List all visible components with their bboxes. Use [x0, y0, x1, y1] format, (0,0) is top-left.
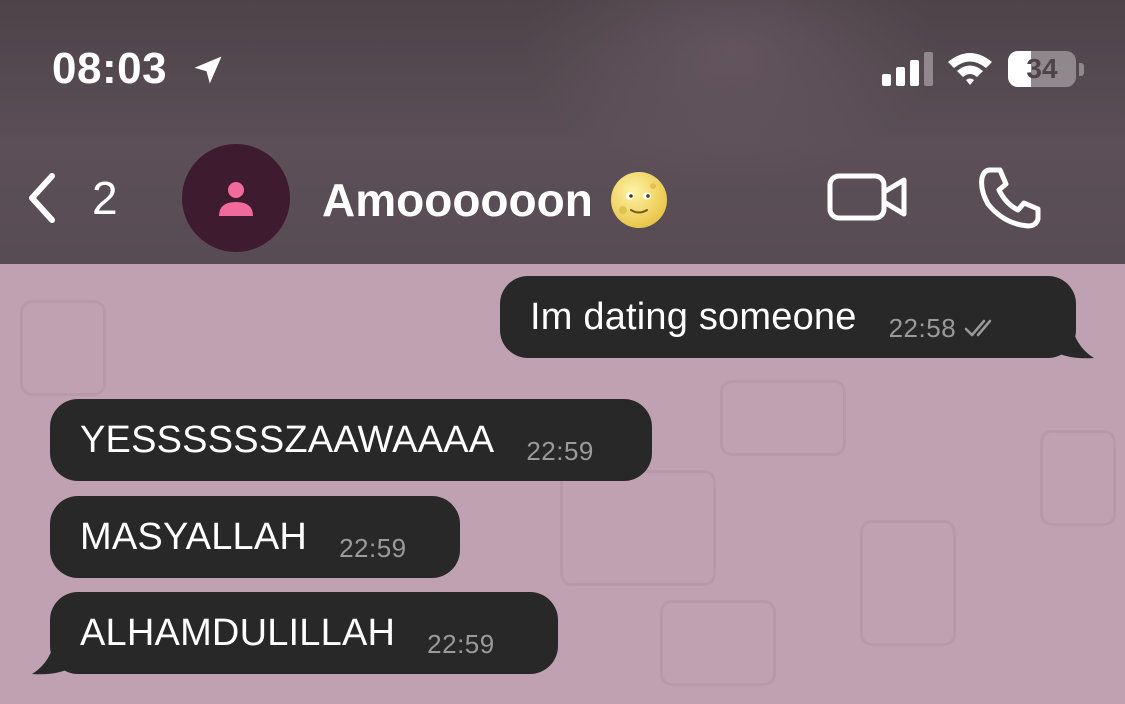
- message-bubble-incoming[interactable]: ALHAMDULILLAH 22:59: [50, 592, 558, 674]
- chat-screen: 08:03 34 2 Amoooooon Im dating someone 2…: [0, 0, 1125, 704]
- double-check-icon: [964, 319, 992, 337]
- wallpaper-doodle: [660, 600, 776, 686]
- video-call-button[interactable]: [826, 164, 910, 230]
- signal-icon: [882, 52, 933, 86]
- message-text: ALHAMDULILLAH: [80, 611, 396, 654]
- message-text: YESSSSSSZAAWAAAA: [80, 418, 495, 461]
- chat-header: 08:03 34 2 Amoooooon: [0, 0, 1125, 264]
- battery-cap: [1079, 63, 1084, 76]
- message-bubble-outgoing[interactable]: Im dating someone 22:58: [500, 276, 1076, 358]
- wallpaper-doodle: [1040, 430, 1116, 526]
- location-arrow-icon: [194, 56, 222, 84]
- message-text: Im dating someone: [530, 295, 857, 338]
- wallpaper-doodle: [720, 380, 846, 456]
- phone-call-button[interactable]: [976, 164, 1044, 230]
- person-icon: [219, 182, 253, 216]
- message-time: 22:59: [339, 532, 407, 563]
- wallpaper-doodle: [20, 300, 106, 396]
- wallpaper-doodle: [860, 520, 956, 646]
- contact-name-text: Amoooooon: [322, 174, 593, 226]
- back-button[interactable]: 2: [22, 160, 118, 236]
- bubble-tail-incoming: [32, 634, 76, 675]
- battery-icon: 34: [1008, 51, 1076, 87]
- wifi-icon: [948, 53, 992, 85]
- message-bubble-incoming[interactable]: YESSSSSSZAAWAAAA 22:59: [50, 399, 652, 481]
- unread-count: 2: [92, 172, 118, 224]
- battery-level: 34: [1026, 53, 1058, 84]
- full-moon-face-emoji: [610, 172, 667, 228]
- contact-name[interactable]: Amoooooon: [322, 170, 669, 230]
- message-bubble-incoming[interactable]: MASYALLAH 22:59: [50, 496, 460, 578]
- chevron-left-icon: [29, 173, 55, 223]
- avatar[interactable]: [182, 144, 290, 252]
- status-time: 08:03: [52, 44, 168, 93]
- message-time: 22:58: [888, 312, 957, 343]
- wallpaper-doodle: [560, 470, 716, 586]
- message-text: MASYALLAH: [80, 515, 308, 558]
- message-time: 22:59: [526, 435, 594, 466]
- message-time: 22:59: [427, 628, 495, 659]
- bubble-tail-outgoing: [1050, 318, 1094, 359]
